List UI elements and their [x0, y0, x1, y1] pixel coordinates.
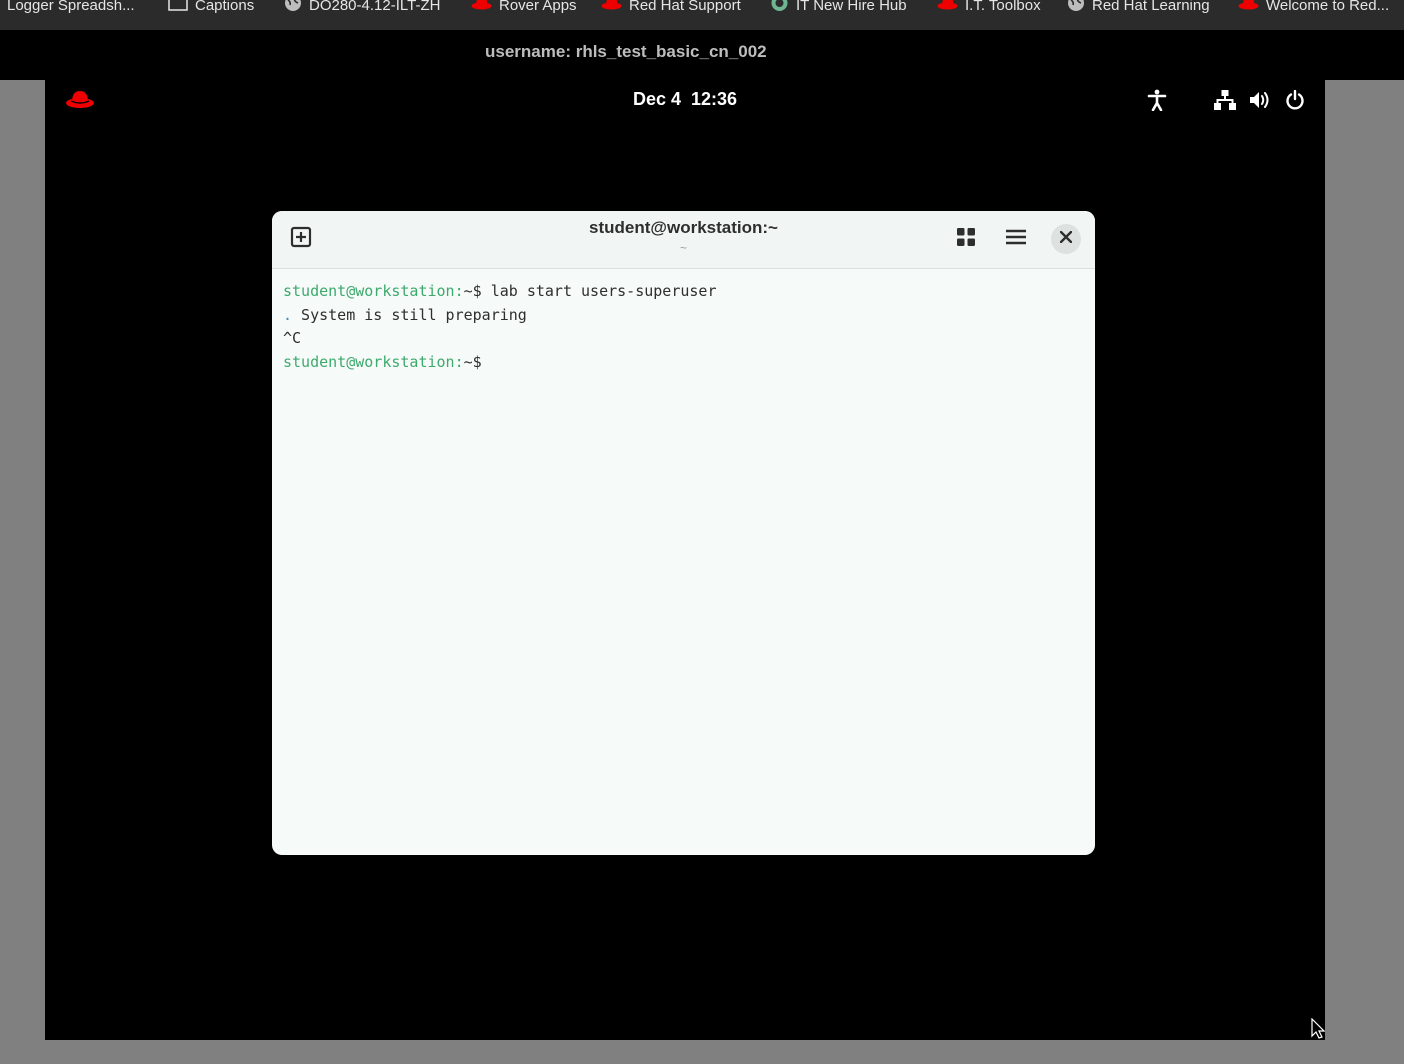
terminal-line: student@workstation:~$: [283, 351, 1083, 375]
output-text: ^C: [283, 329, 302, 348]
prompt-user-host: student@workstation:: [283, 353, 464, 372]
folder-icon: [168, 0, 188, 15]
bookmark-it-new-hire-hub[interactable]: IT New Hire Hub: [770, 0, 907, 16]
command-text: lab start users-superuser: [490, 282, 717, 300]
remote-desktop[interactable]: Dec 4 12:36 student@workstation:~ ~ stud…: [45, 80, 1325, 1040]
prompt-path: ~$: [463, 282, 491, 300]
bookmark-label: IT New Hire Hub: [796, 0, 907, 14]
prompt-user-host: student@workstation:: [283, 282, 464, 300]
bookmark-logger-spreadsheet[interactable]: Logger Spreadsh...: [7, 0, 135, 16]
activities-redhat-logo-icon[interactable]: [65, 88, 95, 115]
clock[interactable]: Dec 4 12:36: [633, 89, 737, 109]
bookmark-label: Red Hat Support: [629, 0, 741, 14]
redhat-icon: [937, 0, 958, 14]
bookmark-label: DO280-4.12-ILT-ZH: [309, 0, 441, 14]
terminal-line: ^C: [283, 327, 1083, 351]
volume-icon[interactable]: [1249, 89, 1271, 111]
grid-icon: [957, 227, 975, 251]
spinner-dot: .: [283, 305, 293, 324]
mouse-pointer-icon: [1311, 1017, 1326, 1045]
globe-icon: [1067, 0, 1085, 16]
bookmark-red-hat-learning[interactable]: Red Hat Learning: [1067, 0, 1210, 16]
bookmark-captions[interactable]: Captions: [168, 0, 254, 16]
redhat-icon: [1238, 0, 1259, 14]
bookmark-label: Red Hat Learning: [1092, 0, 1210, 14]
bookmarks-bar: Logger Spreadsh... Captions DO280-4.12-I…: [0, 0, 1404, 30]
bookmark-label: I.T. Toolbox: [965, 0, 1041, 14]
close-button[interactable]: [1051, 224, 1081, 254]
bookmark-label: Welcome to Red...: [1266, 0, 1390, 14]
bookmark-label: Rover Apps: [499, 0, 577, 14]
username-banner: username: rhls_test_basic_cn_002: [0, 30, 1404, 80]
close-icon: [1059, 230, 1073, 248]
bookmark-red-hat-support[interactable]: Red Hat Support: [601, 0, 741, 16]
tab-overview-button[interactable]: [951, 224, 981, 254]
terminal-header-bar[interactable]: student@workstation:~ ~: [272, 211, 1095, 269]
redhat-icon: [601, 0, 622, 14]
hub-icon: [770, 0, 789, 16]
bookmark-label: Logger Spreadsh...: [7, 0, 135, 14]
gnome-top-bar: Dec 4 12:36: [45, 80, 1325, 120]
terminal-line: student@workstation:~$ lab start users-s…: [283, 280, 1083, 304]
bookmark-rover-apps[interactable]: Rover Apps: [471, 0, 577, 16]
bookmark-welcome-to-red-hat[interactable]: Welcome to Red...: [1238, 0, 1389, 16]
bookmark-label: Captions: [195, 0, 255, 14]
output-text: System is still preparing: [292, 305, 527, 324]
terminal-output[interactable]: student@workstation:~$ lab start users-s…: [283, 280, 1083, 375]
bookmark-it-toolbox[interactable]: I.T. Toolbox: [937, 0, 1041, 16]
redhat-icon: [471, 0, 492, 14]
clock-container: Dec 4 12:36: [45, 89, 1325, 110]
network-icon[interactable]: [1214, 89, 1236, 111]
power-icon[interactable]: [1284, 89, 1306, 111]
terminal-window[interactable]: student@workstation:~ ~ student@workstat…: [272, 211, 1095, 855]
globe-icon: [284, 0, 302, 16]
prompt-path: ~$: [463, 353, 491, 372]
main-menu-button[interactable]: [1001, 224, 1031, 254]
username-text: username: rhls_test_basic_cn_002: [485, 42, 767, 61]
bookmark-do280[interactable]: DO280-4.12-ILT-ZH: [284, 0, 440, 16]
accessibility-icon[interactable]: [1146, 89, 1168, 111]
terminal-line: . System is still preparing: [283, 304, 1083, 328]
hamburger-menu-icon: [1006, 229, 1026, 250]
